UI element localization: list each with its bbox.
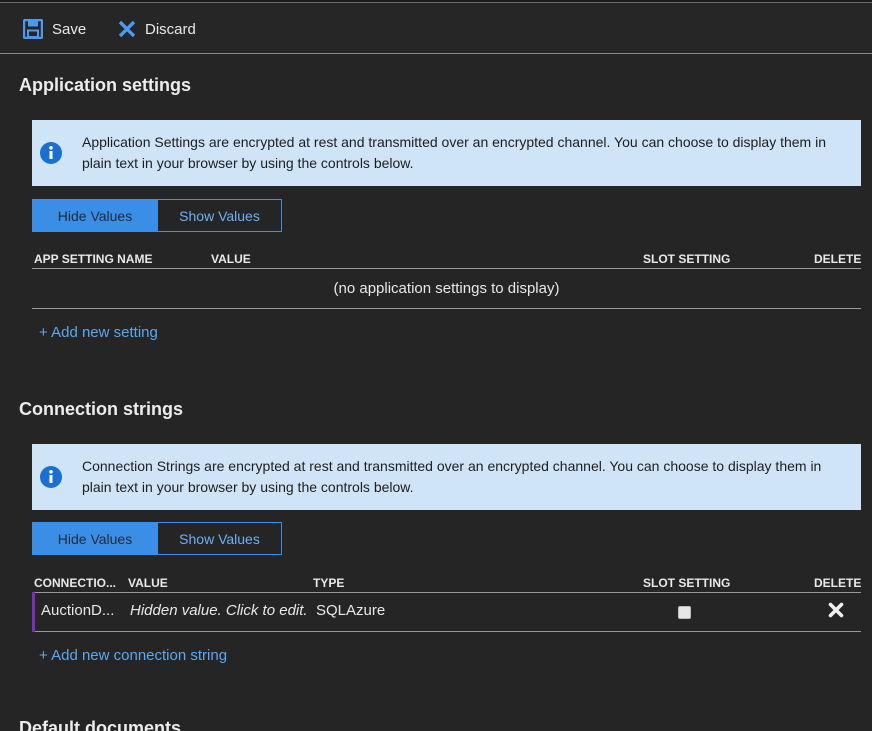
connection-string-type[interactable]: SQLAzure (316, 602, 385, 619)
delete-icon[interactable] (828, 602, 844, 618)
column-header-name: CONNECTIO... (34, 576, 117, 590)
app-settings-info-banner: Application Settings are encrypted at re… (32, 120, 861, 186)
column-header-delete: DELETE (814, 252, 862, 266)
connection-strings-info-text: Connection Strings are encrypted at rest… (82, 458, 822, 495)
discard-button[interactable]: Discard (118, 16, 196, 42)
column-header-type: TYPE (313, 576, 345, 590)
save-button[interactable]: Save (23, 16, 86, 42)
add-new-setting-link[interactable]: + Add new setting (39, 324, 158, 341)
app-settings-value-toggle: Hide Values Show Values (32, 199, 282, 232)
row-selection-marker (32, 592, 35, 632)
top-border (0, 0, 872, 3)
floppy-disk-icon (23, 19, 43, 39)
column-header-delete: DELETE (814, 576, 862, 590)
app-settings-table-header: APP SETTING NAME VALUE SLOT SETTING DELE… (32, 249, 861, 269)
discard-label: Discard (145, 20, 196, 38)
column-header-value: VALUE (128, 576, 168, 590)
column-header-value: VALUE (211, 252, 251, 266)
slot-setting-checkbox[interactable] (678, 606, 691, 619)
command-bar: Save Discard (0, 4, 872, 54)
connection-strings-table-header: CONNECTIO... VALUE TYPE SLOT SETTING DEL… (32, 573, 861, 593)
info-icon (40, 142, 62, 164)
show-values-button[interactable]: Show Values (157, 523, 281, 554)
connection-strings-info-banner: Connection Strings are encrypted at rest… (32, 444, 861, 510)
info-icon (40, 466, 62, 488)
connection-strings-title: Connection strings (19, 399, 184, 419)
column-header-name: APP SETTING NAME (34, 252, 153, 266)
empty-message: (no application settings to display) (333, 280, 560, 297)
connection-string-name[interactable]: AuctionD... (41, 602, 114, 619)
table-row[interactable]: AuctionD... Hidden value. Click to edit.… (32, 592, 861, 632)
app-settings-empty-row: (no application settings to display) (32, 268, 861, 309)
close-x-icon (118, 20, 136, 38)
connection-strings-value-toggle: Hide Values Show Values (32, 522, 282, 555)
hide-values-button[interactable]: Hide Values (33, 523, 157, 554)
app-settings-info-text: Application Settings are encrypted at re… (82, 134, 827, 171)
show-values-button[interactable]: Show Values (157, 200, 281, 231)
app-settings-title: Application settings (19, 75, 192, 95)
column-header-slot-setting: SLOT SETTING (643, 252, 731, 266)
hide-values-button[interactable]: Hide Values (33, 200, 157, 231)
column-header-slot-setting: SLOT SETTING (643, 576, 731, 590)
add-new-connection-string-link[interactable]: + Add new connection string (39, 647, 227, 664)
save-label: Save (52, 20, 87, 38)
connection-string-value[interactable]: Hidden value. Click to edit. (130, 602, 308, 619)
default-documents-title: Default documents (19, 718, 182, 731)
